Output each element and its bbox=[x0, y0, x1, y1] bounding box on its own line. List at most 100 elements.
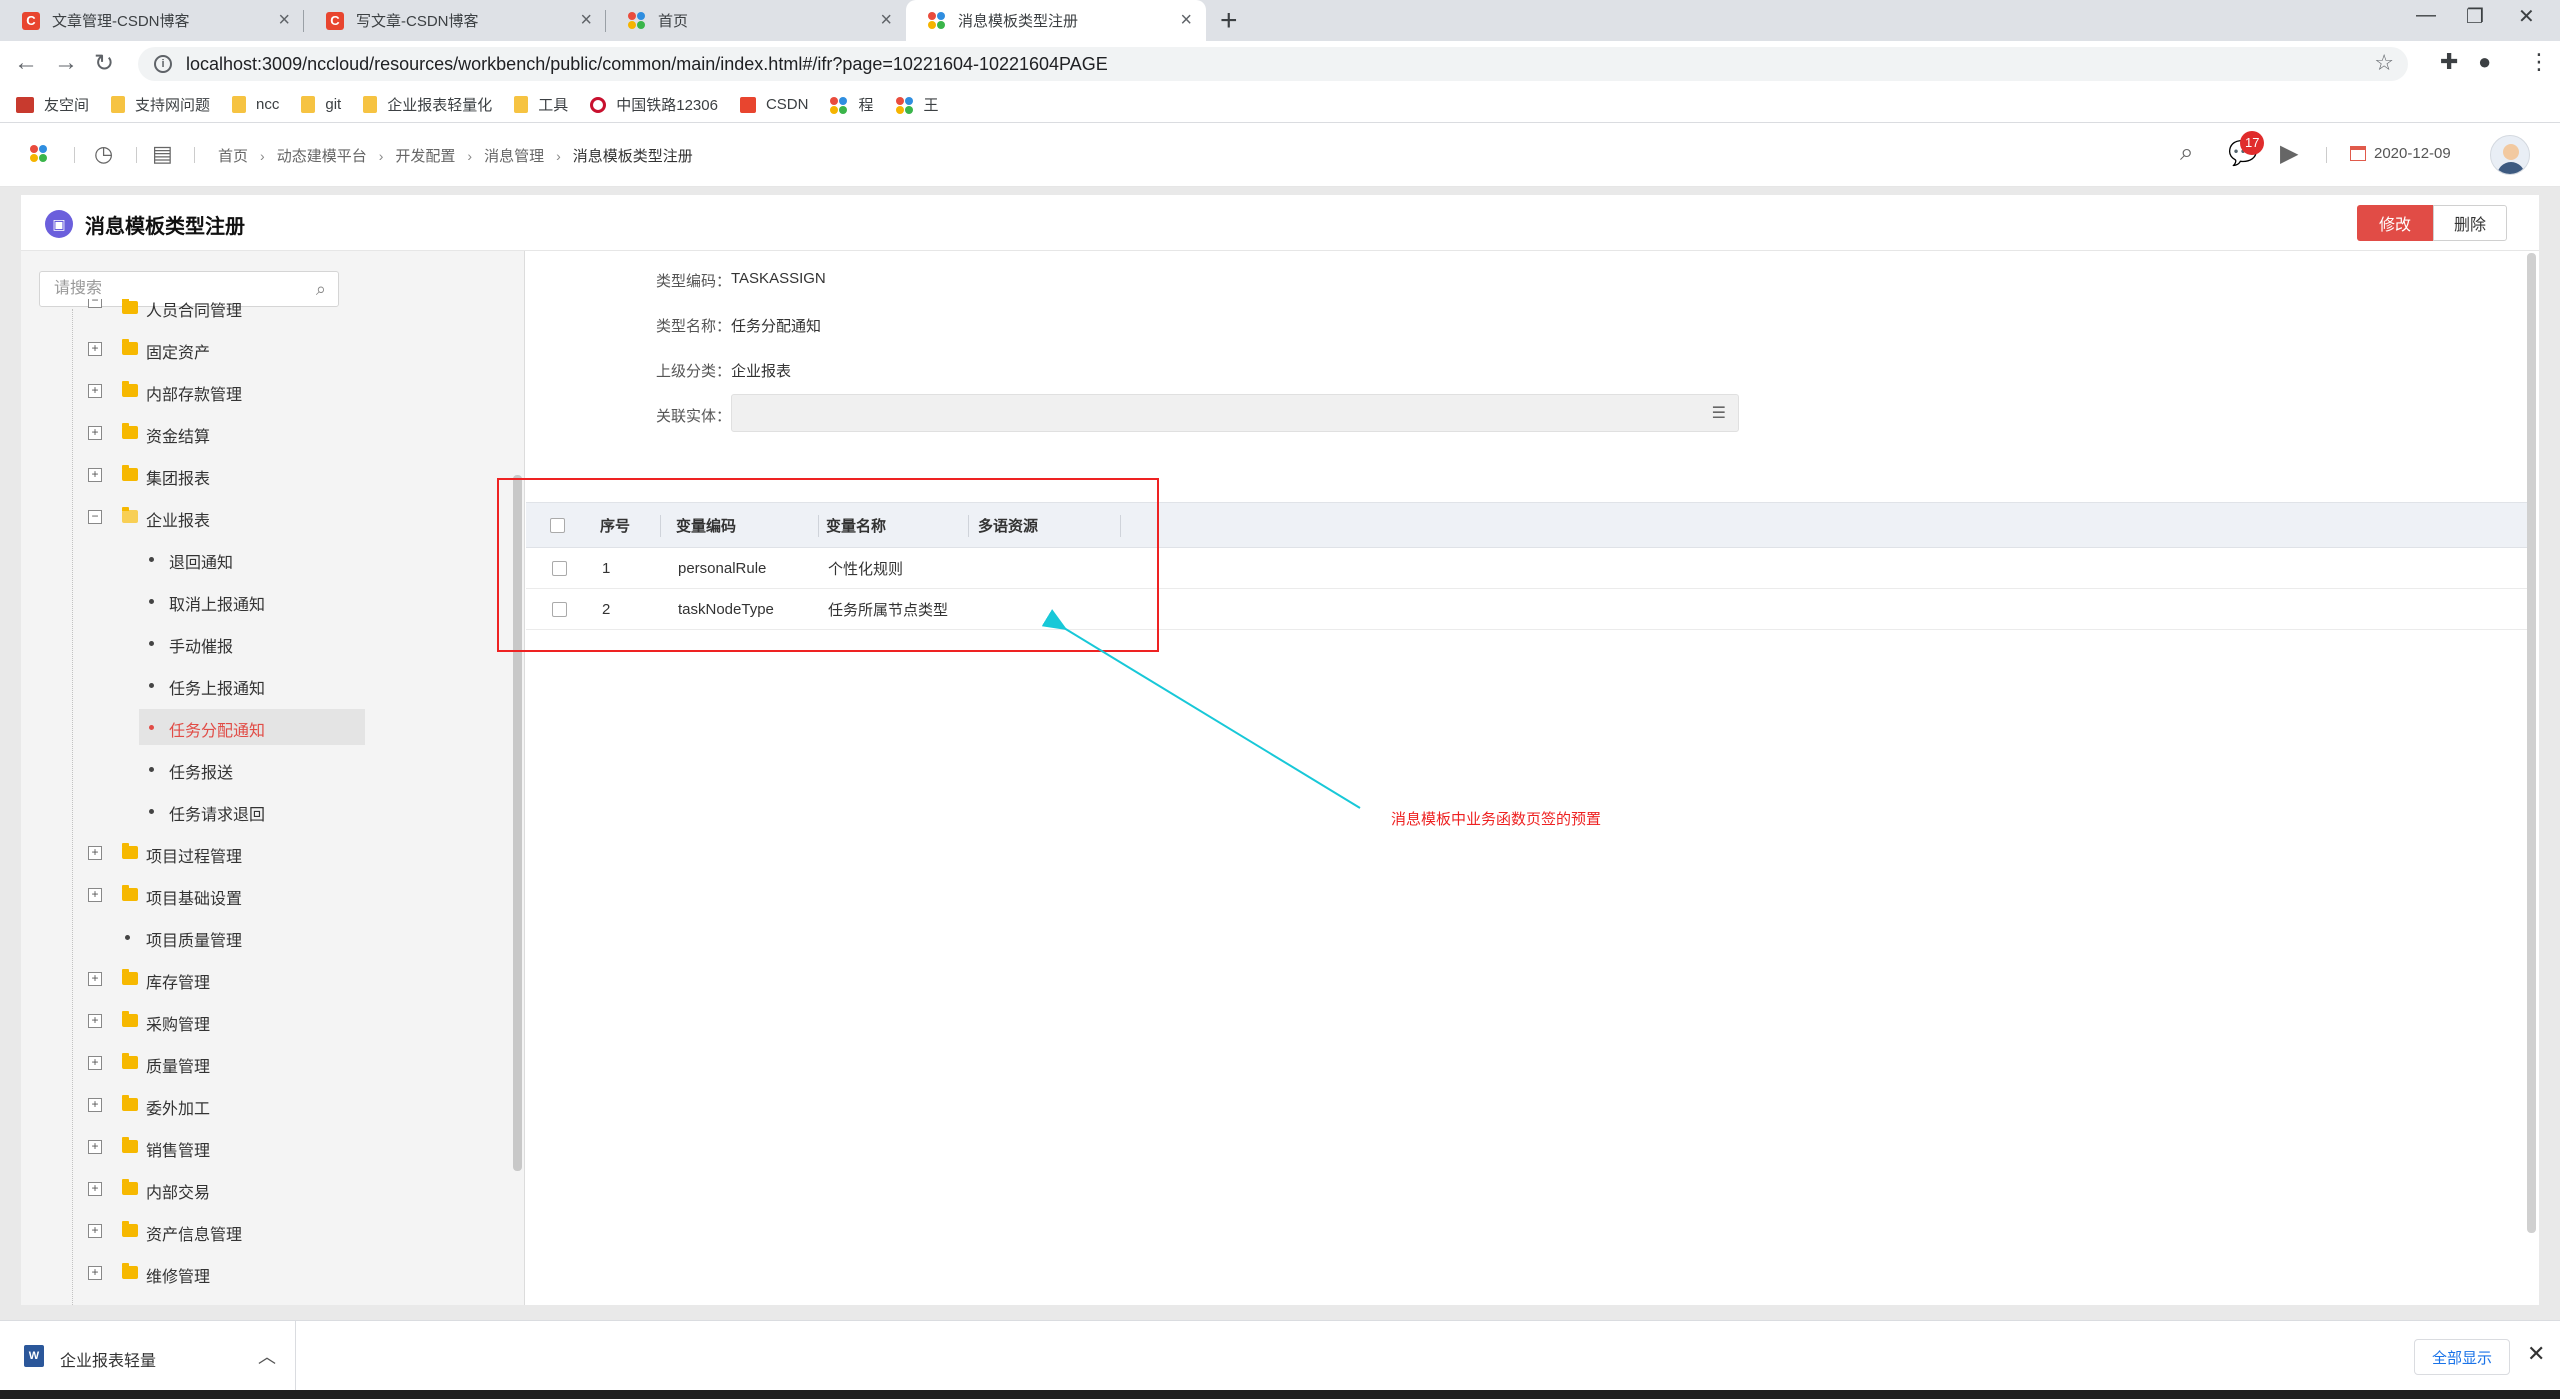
bookmark-item[interactable]: 中国铁路12306 bbox=[590, 94, 718, 115]
close-icon[interactable]: ✕ bbox=[2527, 1341, 2545, 1367]
clock-icon[interactable]: ◷ bbox=[94, 141, 113, 167]
tab-message-template-type[interactable]: 消息模板类型注册 × bbox=[906, 0, 1206, 41]
breadcrumb-item[interactable]: 动态建模平台 bbox=[277, 145, 367, 166]
bookmark-item[interactable]: 工具 bbox=[514, 94, 568, 115]
extensions-icon[interactable]: ✚ bbox=[2440, 49, 2458, 75]
forward-icon[interactable]: → bbox=[54, 49, 78, 77]
url-input[interactable]: i localhost:3009/nccloud/resources/workb… bbox=[138, 47, 2408, 81]
bookmark-item[interactable]: 程 bbox=[830, 94, 874, 115]
tree-node[interactable]: + 库存管理 bbox=[21, 959, 521, 999]
delete-button[interactable]: 删除 bbox=[2433, 205, 2507, 241]
window-close-icon[interactable]: ✕ bbox=[2518, 4, 2535, 29]
tree-leaf[interactable]: 手动催报 bbox=[21, 623, 521, 663]
tree-node[interactable]: + 项目过程管理 bbox=[21, 833, 521, 873]
bookmark-item[interactable]: 企业报表轻量化 bbox=[363, 94, 492, 115]
bookmark-item[interactable]: git bbox=[301, 96, 341, 113]
tree-leaf-selected[interactable]: 任务分配通知 bbox=[21, 707, 521, 747]
folder-icon bbox=[111, 96, 126, 113]
tree-leaf[interactable]: 项目质量管理 bbox=[21, 917, 521, 957]
expand-icon[interactable]: − bbox=[88, 299, 102, 308]
edit-button[interactable]: 修改 bbox=[2357, 205, 2433, 241]
tree-node-expanded[interactable]: − 企业报表 bbox=[21, 497, 521, 537]
download-item[interactable]: W 企业报表轻量 ︿ bbox=[0, 1321, 296, 1391]
tree-leaf[interactable]: 任务请求退回 bbox=[21, 791, 521, 831]
expand-icon[interactable]: + bbox=[88, 342, 102, 356]
expand-icon[interactable]: + bbox=[88, 426, 102, 440]
page-title-bar: ▣ 消息模板类型注册 修改 删除 bbox=[21, 195, 2539, 251]
close-icon[interactable]: × bbox=[580, 9, 592, 32]
collapse-icon[interactable]: − bbox=[88, 510, 102, 524]
avatar[interactable] bbox=[2490, 135, 2530, 175]
tree-leaf[interactable]: 任务报送 bbox=[21, 749, 521, 789]
tree-node[interactable]: + 委外加工 bbox=[21, 1085, 521, 1125]
video-icon[interactable]: ▶ bbox=[2280, 139, 2298, 168]
back-icon[interactable]: ← bbox=[14, 49, 38, 77]
reload-icon[interactable]: ↻ bbox=[94, 49, 114, 78]
breadcrumb-item[interactable]: 开发配置 bbox=[395, 145, 455, 166]
expand-icon[interactable]: + bbox=[88, 846, 102, 860]
folder-icon bbox=[122, 1221, 138, 1237]
expand-icon[interactable]: + bbox=[88, 384, 102, 398]
tree-node[interactable]: + 内部存款管理 bbox=[21, 371, 521, 411]
minimize-icon[interactable]: — bbox=[2416, 4, 2436, 27]
bookmark-item[interactable]: ncc bbox=[232, 96, 279, 113]
profile-icon[interactable]: ● bbox=[2478, 49, 2491, 75]
browser-menu-icon[interactable]: ⋮ bbox=[2528, 49, 2550, 75]
tree-node[interactable]: + 内部交易 bbox=[21, 1169, 521, 1209]
tree-node[interactable]: + 项目基础设置 bbox=[21, 875, 521, 915]
tree-node-label: 资产信息管理 bbox=[146, 1227, 243, 1244]
tab-write-article[interactable]: C 写文章-CSDN博客 × bbox=[304, 0, 606, 41]
breadcrumb-item[interactable]: 首页 bbox=[218, 145, 248, 166]
tree-node[interactable]: + 质量管理 bbox=[21, 1043, 521, 1083]
info-icon[interactable]: i bbox=[154, 55, 172, 73]
tree-node[interactable]: + 销售管理 bbox=[21, 1127, 521, 1167]
expand-icon[interactable]: + bbox=[88, 468, 102, 482]
bookmark-item[interactable]: 友空间 bbox=[16, 94, 89, 115]
tree-node-label: 委外加工 bbox=[146, 1101, 211, 1118]
close-icon[interactable]: × bbox=[1180, 9, 1192, 32]
app-logo-icon[interactable] bbox=[30, 145, 48, 168]
search-icon[interactable]: ⌕ bbox=[2180, 139, 2193, 167]
expand-icon[interactable]: + bbox=[88, 1266, 102, 1280]
tab-home[interactable]: 首页 × bbox=[606, 0, 906, 41]
business-date[interactable]: 2020-12-09 bbox=[2350, 145, 2451, 162]
tree-leaf[interactable]: 取消上报通知 bbox=[21, 581, 521, 621]
entity-reference-input[interactable]: ☰ bbox=[731, 394, 1739, 432]
bookmark-item[interactable]: CSDN bbox=[739, 96, 808, 113]
expand-icon[interactable]: + bbox=[88, 1140, 102, 1154]
expand-icon[interactable]: + bbox=[88, 972, 102, 986]
tree-node-label: 销售管理 bbox=[146, 1143, 211, 1160]
search-icon[interactable]: ⌕ bbox=[316, 279, 326, 300]
expand-icon[interactable]: + bbox=[88, 1224, 102, 1238]
tree-leaf[interactable]: 退回通知 bbox=[21, 539, 521, 579]
bookmark-item[interactable]: 王 bbox=[895, 94, 939, 115]
list-icon[interactable]: ☰ bbox=[1712, 403, 1726, 423]
tree-node-partial[interactable]: − 人员合同管理 bbox=[21, 299, 521, 323]
tree-node[interactable]: + 资产信息管理 bbox=[21, 1211, 521, 1251]
close-icon[interactable]: × bbox=[880, 9, 892, 32]
new-tab-button[interactable]: + bbox=[1220, 4, 1238, 38]
close-icon[interactable]: × bbox=[278, 9, 290, 32]
tab-article-management[interactable]: C 文章管理-CSDN博客 × bbox=[0, 0, 304, 41]
show-all-button[interactable]: 全部显示 bbox=[2414, 1339, 2510, 1375]
bookmark-item[interactable]: 支持网问题 bbox=[111, 94, 210, 115]
tree-node[interactable]: + 集团报表 bbox=[21, 455, 521, 495]
expand-icon[interactable]: + bbox=[88, 1056, 102, 1070]
expand-icon[interactable]: + bbox=[88, 1098, 102, 1112]
tree-leaf[interactable]: 任务上报通知 bbox=[21, 665, 521, 705]
tree-node[interactable]: + 维修管理 bbox=[21, 1253, 521, 1293]
content-scrollbar[interactable] bbox=[2527, 253, 2536, 1233]
restore-icon[interactable]: ❐ bbox=[2466, 4, 2484, 29]
tree-node[interactable]: + 采购管理 bbox=[21, 1001, 521, 1041]
folder-open-icon bbox=[122, 507, 138, 523]
tree-node[interactable]: + 资金结算 bbox=[21, 413, 521, 453]
chevron-up-icon[interactable]: ︿ bbox=[258, 1343, 276, 1369]
bookmark-label: 程 bbox=[858, 97, 874, 114]
tree-node[interactable]: + 固定资产 bbox=[21, 329, 521, 369]
building-icon[interactable]: ▤ bbox=[152, 141, 173, 167]
bookmark-star-icon[interactable]: ☆ bbox=[2374, 50, 2394, 76]
breadcrumb-item[interactable]: 消息管理 bbox=[484, 145, 544, 166]
expand-icon[interactable]: + bbox=[88, 1182, 102, 1196]
expand-icon[interactable]: + bbox=[88, 888, 102, 902]
expand-icon[interactable]: + bbox=[88, 1014, 102, 1028]
